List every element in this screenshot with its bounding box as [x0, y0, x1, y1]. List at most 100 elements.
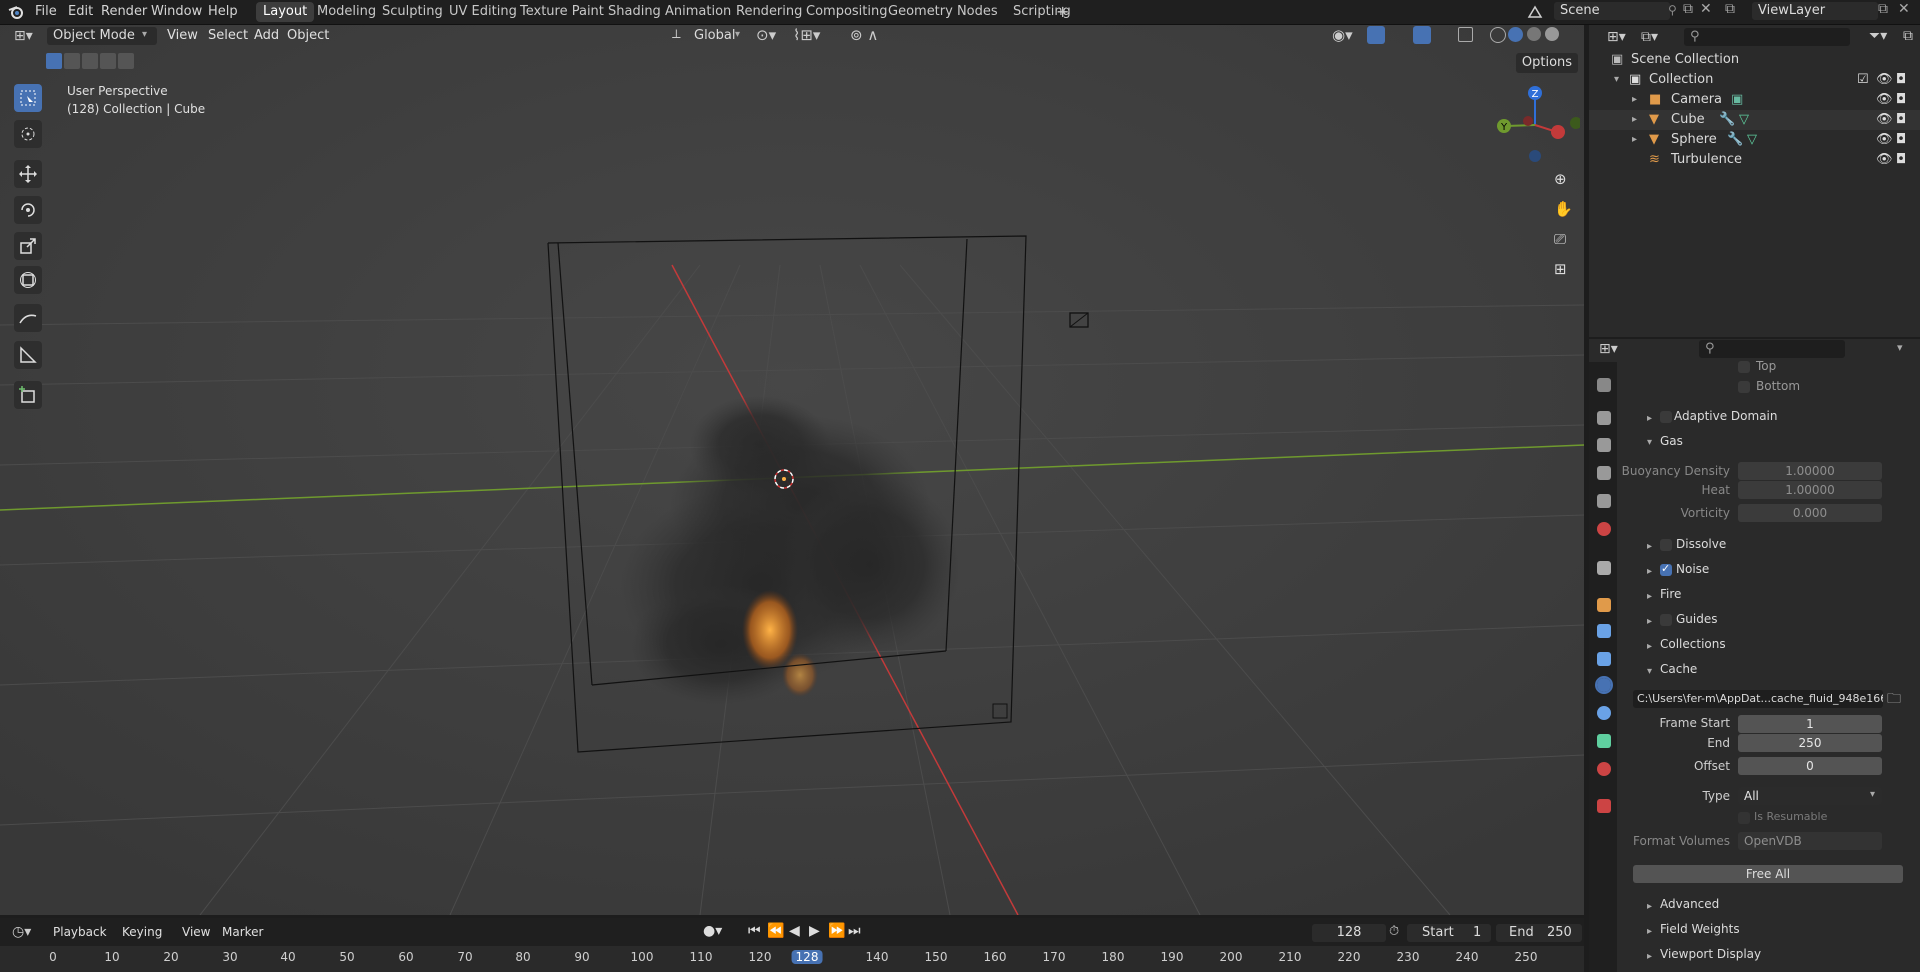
chevron-right-icon[interactable]: ▸ [1647, 616, 1652, 627]
tool-add-cube[interactable] [14, 381, 42, 409]
scene-icon[interactable] [1526, 3, 1544, 21]
format-volumes-dropdown[interactable]: OpenVDB [1738, 832, 1882, 850]
gas-panel[interactable]: Gas [1660, 434, 1683, 448]
outliner-row-cube[interactable]: ▸ ▼ Cube 🔧 ▽ 👁 ◘ [1589, 110, 1920, 130]
camera-data-icon[interactable]: ▣ [1731, 90, 1743, 110]
play-reverse-icon[interactable]: ◀ [789, 923, 800, 939]
chevron-down-icon[interactable]: ▾ [1897, 341, 1903, 354]
overlay-toggle-icon[interactable] [1413, 26, 1431, 44]
viewport-display-panel[interactable]: Viewport Display [1660, 947, 1761, 961]
scene-tab-icon[interactable] [1597, 494, 1611, 508]
eye-icon[interactable]: 👁 [1876, 130, 1893, 150]
vorticity-field[interactable]: 0.000 [1738, 504, 1882, 522]
output-tab-icon[interactable] [1597, 438, 1611, 452]
world-tab-icon[interactable] [1597, 522, 1611, 536]
menu-window[interactable]: Window [145, 2, 208, 22]
adaptive-domain-checkbox[interactable] [1660, 411, 1672, 423]
zoom-button[interactable]: ⊕ [1547, 166, 1575, 194]
top-checkbox[interactable] [1738, 361, 1750, 373]
outliner-row-camera[interactable]: ▸ ■ Camera ▣ 👁 ◘ [1589, 90, 1920, 110]
chevron-right-icon[interactable]: ▸ [1647, 901, 1652, 912]
delete-view-layer-icon[interactable]: ✕ [1898, 1, 1910, 17]
chevron-right-icon[interactable]: ▸ [1647, 541, 1652, 552]
adaptive-domain-panel[interactable]: Adaptive Domain [1674, 409, 1778, 423]
render-camera-icon[interactable]: ◘ [1896, 110, 1906, 130]
material-shading-icon[interactable] [1527, 27, 1541, 41]
tab-texture-paint[interactable]: Texture Paint [513, 2, 611, 22]
exclude-checkbox-icon[interactable]: ☑ [1857, 70, 1869, 90]
jump-end-icon[interactable]: ⏭ [848, 923, 861, 939]
scene-selector[interactable]: Scene [1554, 2, 1670, 20]
folder-icon[interactable]: 🗀 [1887, 688, 1901, 712]
menu-help[interactable]: Help [202, 2, 244, 22]
mode-selector[interactable]: Object Mode [47, 27, 157, 45]
render-camera-icon[interactable]: ◘ [1896, 90, 1906, 110]
new-collection-icon[interactable]: ⧉ [1903, 28, 1913, 44]
constraints-tab-icon[interactable] [1597, 706, 1611, 720]
rendered-shading-icon[interactable] [1545, 27, 1559, 41]
x-axis-handle[interactable] [1551, 125, 1565, 139]
render-camera-icon[interactable]: ◘ [1896, 70, 1906, 90]
eye-icon[interactable]: 👁 [1876, 90, 1893, 110]
tool-annotate[interactable] [14, 304, 42, 332]
prev-keyframe-icon[interactable]: ⏪ [767, 923, 784, 939]
display-mode-icon[interactable]: ⧉▾ [1641, 29, 1658, 45]
tab-uv-editing[interactable]: UV Editing [442, 2, 524, 22]
editor-type-icon[interactable]: ⊞▾ [1599, 341, 1618, 357]
record-icon[interactable]: ●▾ [703, 923, 722, 939]
outliner-row-collection[interactable]: ▾ ▣ Collection ☑ 👁 ◘ [1589, 70, 1920, 90]
mesh-data-icon[interactable]: ▽ [1747, 130, 1757, 150]
select-subtract-icon[interactable] [82, 53, 98, 69]
neg-y-handle[interactable] [1523, 116, 1533, 126]
3d-viewport[interactable] [0, 25, 1584, 915]
tab-modeling[interactable]: Modeling [310, 2, 383, 22]
guides-panel[interactable]: Guides [1676, 612, 1718, 626]
end-field[interactable]: 250 [1738, 734, 1882, 752]
cache-type-dropdown[interactable]: All [1738, 787, 1882, 805]
collections-panel[interactable]: Collections [1660, 637, 1726, 651]
start-frame-field[interactable]: Start 1 [1407, 924, 1491, 942]
offset-field[interactable]: 0 [1738, 757, 1882, 775]
options-button[interactable]: Options [1516, 53, 1578, 73]
chevron-down-icon[interactable]: ▾ [1647, 437, 1652, 448]
select-invert-icon[interactable] [100, 53, 116, 69]
ortho-toggle-button[interactable]: ⊞ [1547, 256, 1575, 284]
pan-button[interactable]: ✋ [1547, 196, 1575, 224]
menu-object[interactable]: Object [287, 28, 329, 43]
visibility-icon[interactable]: ◉▾ [1332, 26, 1353, 44]
tab-layout[interactable]: Layout [256, 2, 315, 22]
heat-field[interactable]: 1.00000 [1738, 481, 1882, 499]
tool-move[interactable] [14, 160, 42, 188]
object-tab-icon[interactable] [1597, 598, 1611, 612]
render-tab-icon[interactable] [1597, 411, 1611, 425]
advanced-panel[interactable]: Advanced [1660, 897, 1719, 911]
chevron-right-icon[interactable]: ▸ [1647, 566, 1652, 577]
xray-icon[interactable] [1458, 27, 1473, 42]
chevron-right-icon[interactable]: ▸ [1647, 926, 1652, 937]
filter-icon[interactable]: ⏷▾ [1869, 28, 1887, 44]
play-icon[interactable]: ▶ [809, 923, 820, 939]
outliner-row-sphere[interactable]: ▸ ▼ Sphere 🔧 ▽ 👁 ◘ [1589, 130, 1920, 150]
select-extend-icon[interactable] [64, 53, 80, 69]
eye-icon[interactable]: 👁 [1876, 150, 1893, 170]
next-keyframe-icon[interactable]: ⏩ [828, 923, 845, 939]
menu-edit[interactable]: Edit [62, 2, 99, 22]
frame-start-field[interactable]: 1 [1738, 715, 1882, 733]
pivot-point-icon[interactable]: ⊙▾ [756, 26, 776, 44]
jump-start-icon[interactable]: ⏮ [748, 923, 761, 939]
field-weights-panel[interactable]: Field Weights [1660, 922, 1740, 936]
tool-measure[interactable] [14, 341, 42, 369]
chevron-right-icon[interactable]: ▸ [1632, 130, 1637, 150]
particles-tab-icon[interactable] [1597, 652, 1611, 666]
render-camera-icon[interactable]: ◘ [1896, 130, 1906, 150]
neg-z-handle[interactable] [1529, 150, 1541, 162]
neg-x-handle[interactable] [1570, 117, 1580, 129]
noise-panel[interactable]: Noise [1676, 562, 1709, 576]
dissolve-panel[interactable]: Dissolve [1676, 537, 1726, 551]
tool-tab-icon[interactable] [1597, 378, 1611, 392]
select-intersect-icon[interactable] [118, 53, 134, 69]
dissolve-checkbox[interactable] [1660, 539, 1672, 551]
tool-cursor[interactable] [14, 120, 42, 148]
tool-rotate[interactable] [14, 196, 42, 224]
chevron-right-icon[interactable]: ▸ [1647, 951, 1652, 962]
